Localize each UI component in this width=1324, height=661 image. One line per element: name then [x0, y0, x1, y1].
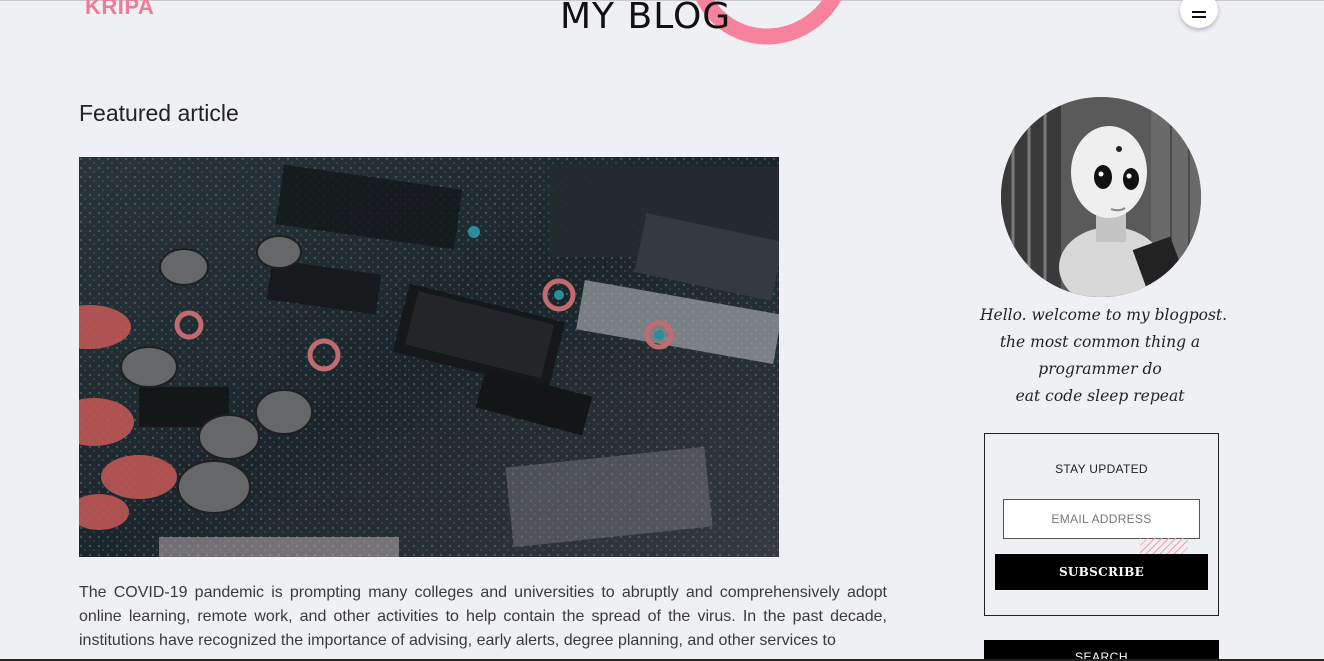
newsletter-title: STAY UPDATED: [1055, 462, 1148, 476]
circuit-board-illustration: [79, 157, 779, 557]
circuit-board-image[interactable]: [79, 157, 779, 557]
hamburger-menu-icon[interactable]: [1180, 0, 1218, 28]
article-excerpt: The COVID-19 pandemic is prompting many …: [79, 584, 887, 649]
menu-line: [1192, 10, 1206, 13]
featured-heading: Featured article: [79, 100, 239, 126]
robot-illustration: [1001, 97, 1201, 297]
menu-line: [1192, 15, 1206, 18]
robot-avatar-image: [1001, 97, 1201, 297]
bio-line: Hello. welcome to my blogpost.: [980, 306, 1228, 324]
site-title: MY BLOG: [560, 0, 732, 37]
decorative-hatch: [1140, 538, 1188, 554]
author-bio: Hello. welcome to my blogpost. the most …: [980, 302, 1228, 410]
email-field[interactable]: [1003, 499, 1200, 539]
bio-line: programmer do: [1038, 360, 1162, 378]
bio-line: the most common thing a: [999, 333, 1201, 351]
newsletter-box: STAY UPDATED SUBSCRIBE: [984, 433, 1219, 616]
subscribe-button[interactable]: SUBSCRIBE: [995, 554, 1208, 590]
search-button[interactable]: SEARCH: [984, 640, 1219, 661]
site-logo[interactable]: KRIPA: [85, 0, 154, 20]
bio-line: eat code sleep repeat: [1015, 387, 1185, 405]
